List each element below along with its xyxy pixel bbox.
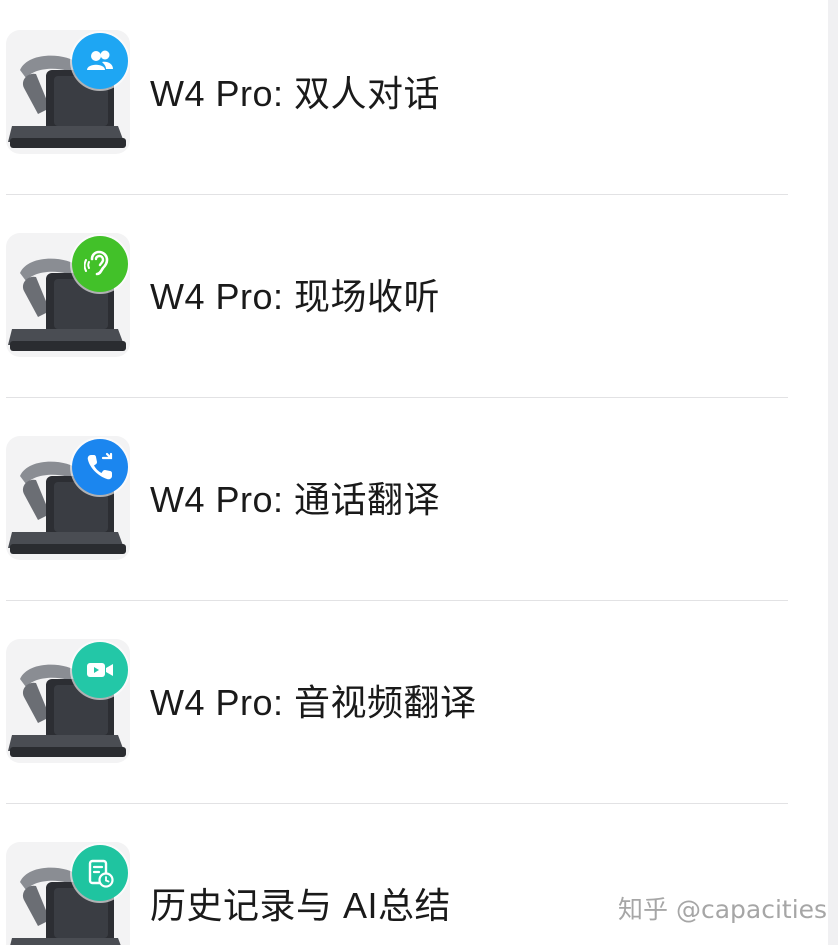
two-people-icon (72, 33, 128, 89)
list-item-call-translation[interactable]: W4 Pro: 通话翻译 (0, 406, 790, 608)
earbuds-device-image (6, 30, 130, 154)
item-label: W4 Pro: 音视频翻译 (150, 682, 477, 723)
history-doc-icon (72, 845, 128, 901)
scrollbar-track[interactable] (828, 0, 838, 945)
item-label: 历史记录与 AI总结 (150, 885, 452, 926)
divider (6, 194, 788, 195)
list-item-two-person-conversation[interactable]: W4 Pro: 双人对话 (0, 0, 790, 202)
earbuds-device-image (6, 842, 130, 945)
divider (6, 600, 788, 601)
ear-icon (72, 236, 128, 292)
divider (6, 803, 788, 804)
divider (6, 397, 788, 398)
item-label: W4 Pro: 双人对话 (150, 73, 441, 114)
earbuds-device-image (6, 233, 130, 357)
list-item-av-translation[interactable]: W4 Pro: 音视频翻译 (0, 609, 790, 811)
phone-icon (72, 439, 128, 495)
earbuds-device-image (6, 639, 130, 763)
list-item-live-listening[interactable]: W4 Pro: 现场收听 (0, 203, 790, 405)
earbuds-device-image (6, 436, 130, 560)
item-label: W4 Pro: 通话翻译 (150, 479, 441, 520)
item-label: W4 Pro: 现场收听 (150, 276, 441, 317)
video-camera-icon (72, 642, 128, 698)
watermark: 知乎 @capacities (618, 895, 828, 924)
